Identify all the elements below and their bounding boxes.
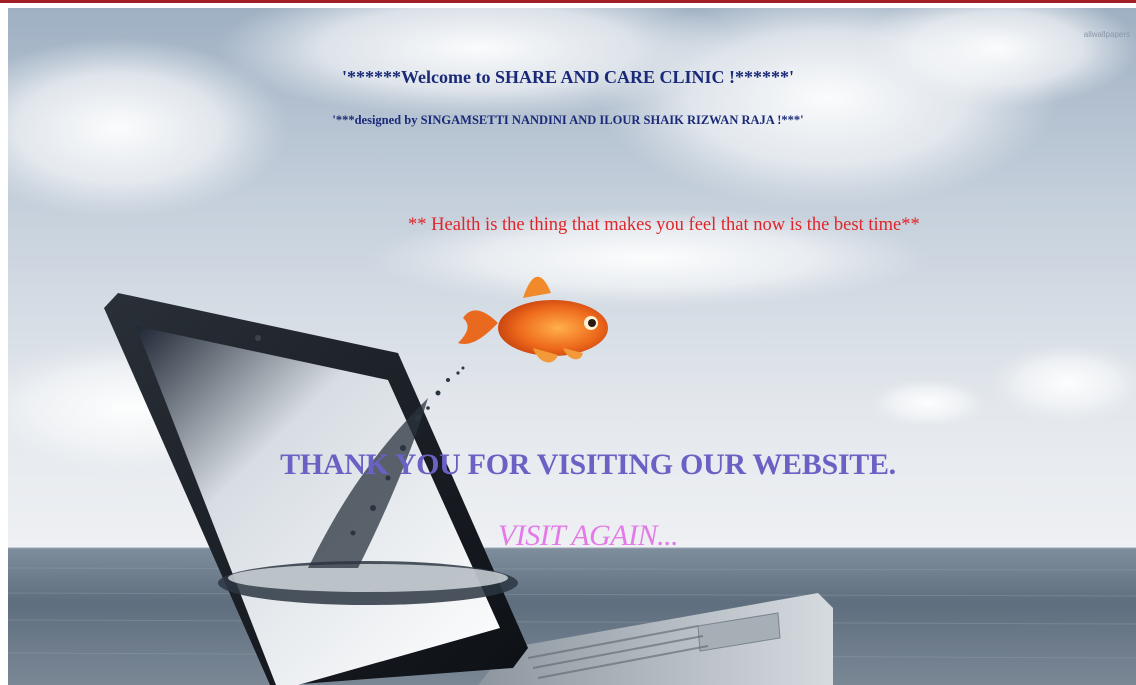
page: allwallpapers '******Welcome to SHARE AN… xyxy=(0,0,1136,685)
designed-by-text: '***designed by SINGAMSETTI NANDINI AND … xyxy=(332,113,804,127)
health-quote: ** Health is the thing that makes you fe… xyxy=(408,215,920,235)
background-image xyxy=(8,8,1136,685)
background-frame xyxy=(8,8,1136,685)
thank-you-heading: THANK YOU FOR VISITING OUR WEBSITE. xyxy=(280,448,896,481)
top-border xyxy=(0,0,1136,3)
watermark-text: allwallpapers xyxy=(1083,30,1130,39)
welcome-heading: '******Welcome to SHARE AND CARE CLINIC … xyxy=(342,67,794,87)
visit-again-text: VISIT AGAIN... xyxy=(497,519,679,552)
